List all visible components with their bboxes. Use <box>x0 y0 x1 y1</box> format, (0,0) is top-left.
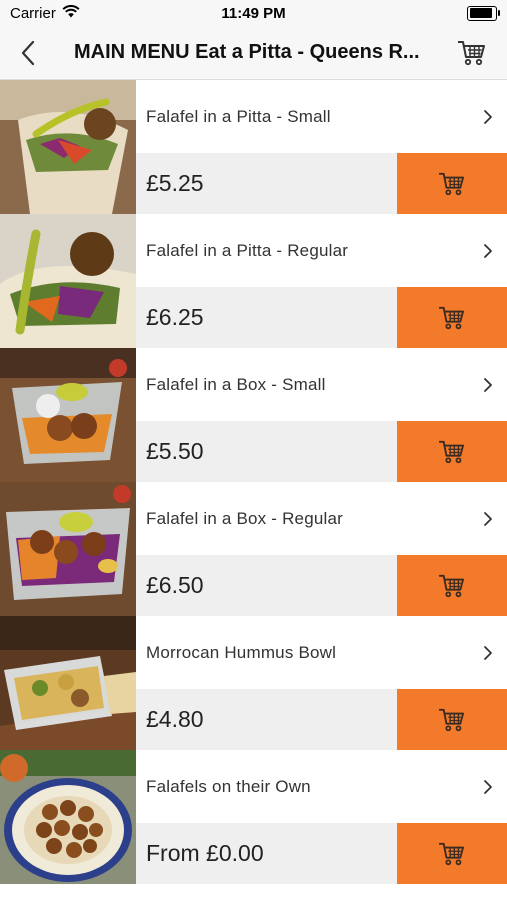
item-name: Morrocan Hummus Bowl <box>146 642 337 662</box>
item-price: £6.50 <box>146 572 204 598</box>
add-to-cart-button[interactable] <box>397 153 507 214</box>
wifi-icon <box>62 4 80 22</box>
price-row: £6.25 <box>136 287 507 348</box>
chevron-right-icon <box>484 779 492 794</box>
menu-item: Falafel in a Pitta - Small £5.25 <box>0 80 507 214</box>
back-button[interactable] <box>0 26 56 80</box>
chevron-right-icon <box>484 109 492 124</box>
item-name-row[interactable]: Falafel in a Box - Regular <box>136 482 507 555</box>
item-price: £4.80 <box>146 706 204 732</box>
cart-icon <box>439 440 464 463</box>
add-to-cart-button[interactable] <box>397 421 507 482</box>
carrier-label: Carrier <box>10 4 56 22</box>
cart-icon <box>458 40 485 65</box>
cart-icon <box>439 574 464 597</box>
food-photo <box>0 750 136 884</box>
add-to-cart-button[interactable] <box>397 287 507 348</box>
item-name-row[interactable]: Falafel in a Pitta - Small <box>136 80 507 153</box>
nav-bar: MAIN MENU Eat a Pitta - Queens R... <box>0 26 507 80</box>
item-name-row[interactable]: Falafels on their Own <box>136 750 507 823</box>
add-to-cart-button[interactable] <box>397 555 507 616</box>
add-to-cart-button[interactable] <box>397 823 507 884</box>
item-name-row[interactable]: Morrocan Hummus Bowl <box>136 616 507 689</box>
chevron-left-icon <box>21 40 35 65</box>
item-name: Falafel in a Box - Small <box>146 374 326 394</box>
item-price: £6.25 <box>146 304 204 330</box>
page-title: MAIN MENU Eat a Pitta - Queens R... <box>74 41 420 63</box>
item-name-row[interactable]: Falafel in a Box - Small <box>136 348 507 421</box>
status-left: Carrier <box>10 5 80 22</box>
chevron-right-icon <box>484 243 492 258</box>
cart-icon <box>439 708 464 731</box>
cart-button[interactable] <box>437 26 507 80</box>
menu-list: Falafel in a Pitta - Small £5.25 Falafel… <box>0 80 507 884</box>
item-name: Falafel in a Pitta - Regular <box>146 240 349 260</box>
item-price: £5.25 <box>146 170 204 196</box>
item-name: Falafel in a Box - Regular <box>146 508 344 528</box>
battery-icon <box>467 5 500 21</box>
cart-icon <box>439 842 464 865</box>
food-photo <box>0 616 136 750</box>
price-row: £4.80 <box>136 689 507 750</box>
cart-icon <box>439 172 464 195</box>
price-row: £6.50 <box>136 555 507 616</box>
food-photo <box>0 214 136 348</box>
chevron-right-icon <box>484 645 492 660</box>
menu-item: Falafel in a Pitta - Regular £6.25 <box>0 214 507 348</box>
chevron-right-icon <box>484 377 492 392</box>
menu-item: Morrocan Hummus Bowl £4.80 <box>0 616 507 750</box>
item-price: From £0.00 <box>146 840 264 866</box>
price-row: £5.25 <box>136 153 507 214</box>
item-name-row[interactable]: Falafel in a Pitta - Regular <box>136 214 507 287</box>
item-price: £5.50 <box>146 438 204 464</box>
chevron-right-icon <box>484 511 492 526</box>
menu-item: Falafel in a Box - Regular £6.50 <box>0 482 507 616</box>
item-name: Falafel in a Pitta - Small <box>146 106 331 126</box>
price-row: From £0.00 <box>136 823 507 884</box>
food-photo <box>0 348 136 482</box>
bottom-spacer <box>0 885 507 900</box>
menu-item: Falafels on their Own From £0.00 <box>0 750 507 884</box>
food-photo <box>0 482 136 616</box>
food-photo <box>0 80 136 214</box>
cart-icon <box>439 306 464 329</box>
status-bar: Carrier 11:49 PM <box>0 0 507 26</box>
item-name: Falafels on their Own <box>146 776 311 796</box>
price-row: £5.50 <box>136 421 507 482</box>
menu-item: Falafel in a Box - Small £5.50 <box>0 348 507 482</box>
add-to-cart-button[interactable] <box>397 689 507 750</box>
